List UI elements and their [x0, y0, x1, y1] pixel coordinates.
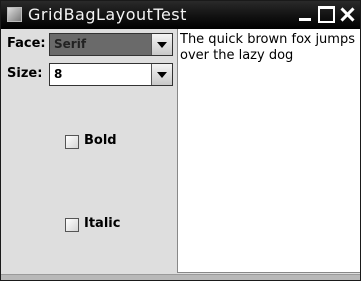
chevron-down-icon[interactable]: [151, 34, 172, 55]
close-icon[interactable]: [339, 6, 356, 23]
size-combo[interactable]: 8: [49, 63, 173, 86]
bold-checkbox-box[interactable]: [65, 135, 79, 149]
maximize-icon[interactable]: [318, 6, 335, 23]
face-label: Face:: [7, 36, 46, 51]
minimize-icon[interactable]: [297, 6, 314, 23]
java-window-icon[interactable]: [7, 7, 22, 22]
size-label: Size:: [7, 66, 43, 81]
bold-checkbox-label[interactable]: Bold: [84, 133, 117, 148]
content-pane: Face: Serif Size: 8 Bold Italic The quic…: [1, 29, 360, 274]
face-combo-value[interactable]: Serif: [50, 34, 151, 55]
italic-checkbox-box[interactable]: [65, 218, 79, 232]
sample-text-area[interactable]: The quick brown fox jumps over the lazy …: [177, 29, 360, 273]
window-title: GridBagLayoutTest: [28, 5, 187, 24]
chevron-down-icon[interactable]: [151, 64, 172, 85]
italic-checkbox-label[interactable]: Italic: [84, 216, 120, 231]
size-combo-value[interactable]: 8: [50, 64, 151, 85]
window-bottom-border: [1, 274, 360, 280]
title-bar[interactable]: GridBagLayoutTest: [1, 1, 360, 29]
app-window: GridBagLayoutTest Face: Serif Size: 8 Bo…: [0, 0, 361, 281]
face-combo[interactable]: Serif: [49, 33, 173, 56]
